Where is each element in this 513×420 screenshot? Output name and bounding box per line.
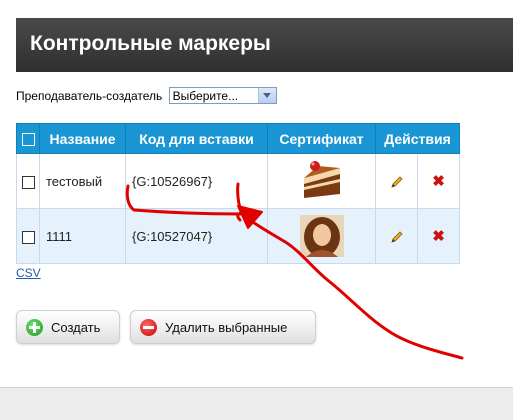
certificate-cell (267, 153, 376, 209)
table-row: тестовый {G:10526967} ✖ (16, 153, 460, 209)
page-header: Контрольные маркеры (16, 18, 513, 72)
row-code: {G:10526967} (125, 153, 268, 209)
certificate-cake-image[interactable] (299, 160, 344, 202)
plus-icon (26, 319, 43, 336)
teacher-filter: Преподаватель-создатель Выберите... (16, 87, 277, 104)
create-button[interactable]: Создать (16, 310, 120, 344)
table-header-row: Название Код для вставки Сертификат Дейс… (16, 123, 460, 154)
row-code: {G:10527047} (125, 208, 268, 264)
row-name: тестовый (39, 153, 126, 209)
delete-x-icon[interactable]: ✖ (432, 173, 445, 190)
teacher-select[interactable]: Выберите... (168, 87, 277, 104)
page-footer (0, 387, 513, 420)
delete-button-label: Удалить выбранные (165, 320, 288, 335)
certificate-portrait-image[interactable] (299, 215, 344, 257)
row-checkbox[interactable] (21, 230, 35, 244)
select-all-checkbox[interactable] (21, 133, 35, 147)
pencil-icon[interactable] (390, 175, 404, 189)
teacher-filter-label: Преподаватель-создатель (16, 88, 163, 103)
column-header-name[interactable]: Название (39, 123, 126, 154)
column-header-actions: Действия (375, 123, 460, 154)
chevron-down-icon[interactable] (257, 88, 276, 103)
pencil-icon[interactable] (390, 230, 404, 244)
delete-selected-button[interactable]: Удалить выбранные (130, 310, 316, 344)
table-row: 1111 {G:10527047} ✖ (16, 208, 460, 264)
column-header-certificate[interactable]: Сертификат (267, 123, 376, 154)
certificate-cell (267, 208, 376, 264)
create-button-label: Создать (51, 320, 101, 335)
row-checkbox[interactable] (21, 175, 35, 189)
page-title: Контрольные маркеры (30, 32, 271, 55)
delete-x-icon[interactable]: ✖ (432, 228, 445, 245)
select-all-header[interactable] (16, 123, 40, 154)
minus-icon (140, 319, 157, 336)
column-header-code[interactable]: Код для вставки (125, 123, 268, 154)
row-name: 1111 (39, 208, 126, 264)
teacher-select-value: Выберите... (172, 89, 239, 103)
csv-link[interactable]: CSV (16, 266, 41, 280)
markers-table: Название Код для вставки Сертификат Дейс… (16, 123, 460, 264)
